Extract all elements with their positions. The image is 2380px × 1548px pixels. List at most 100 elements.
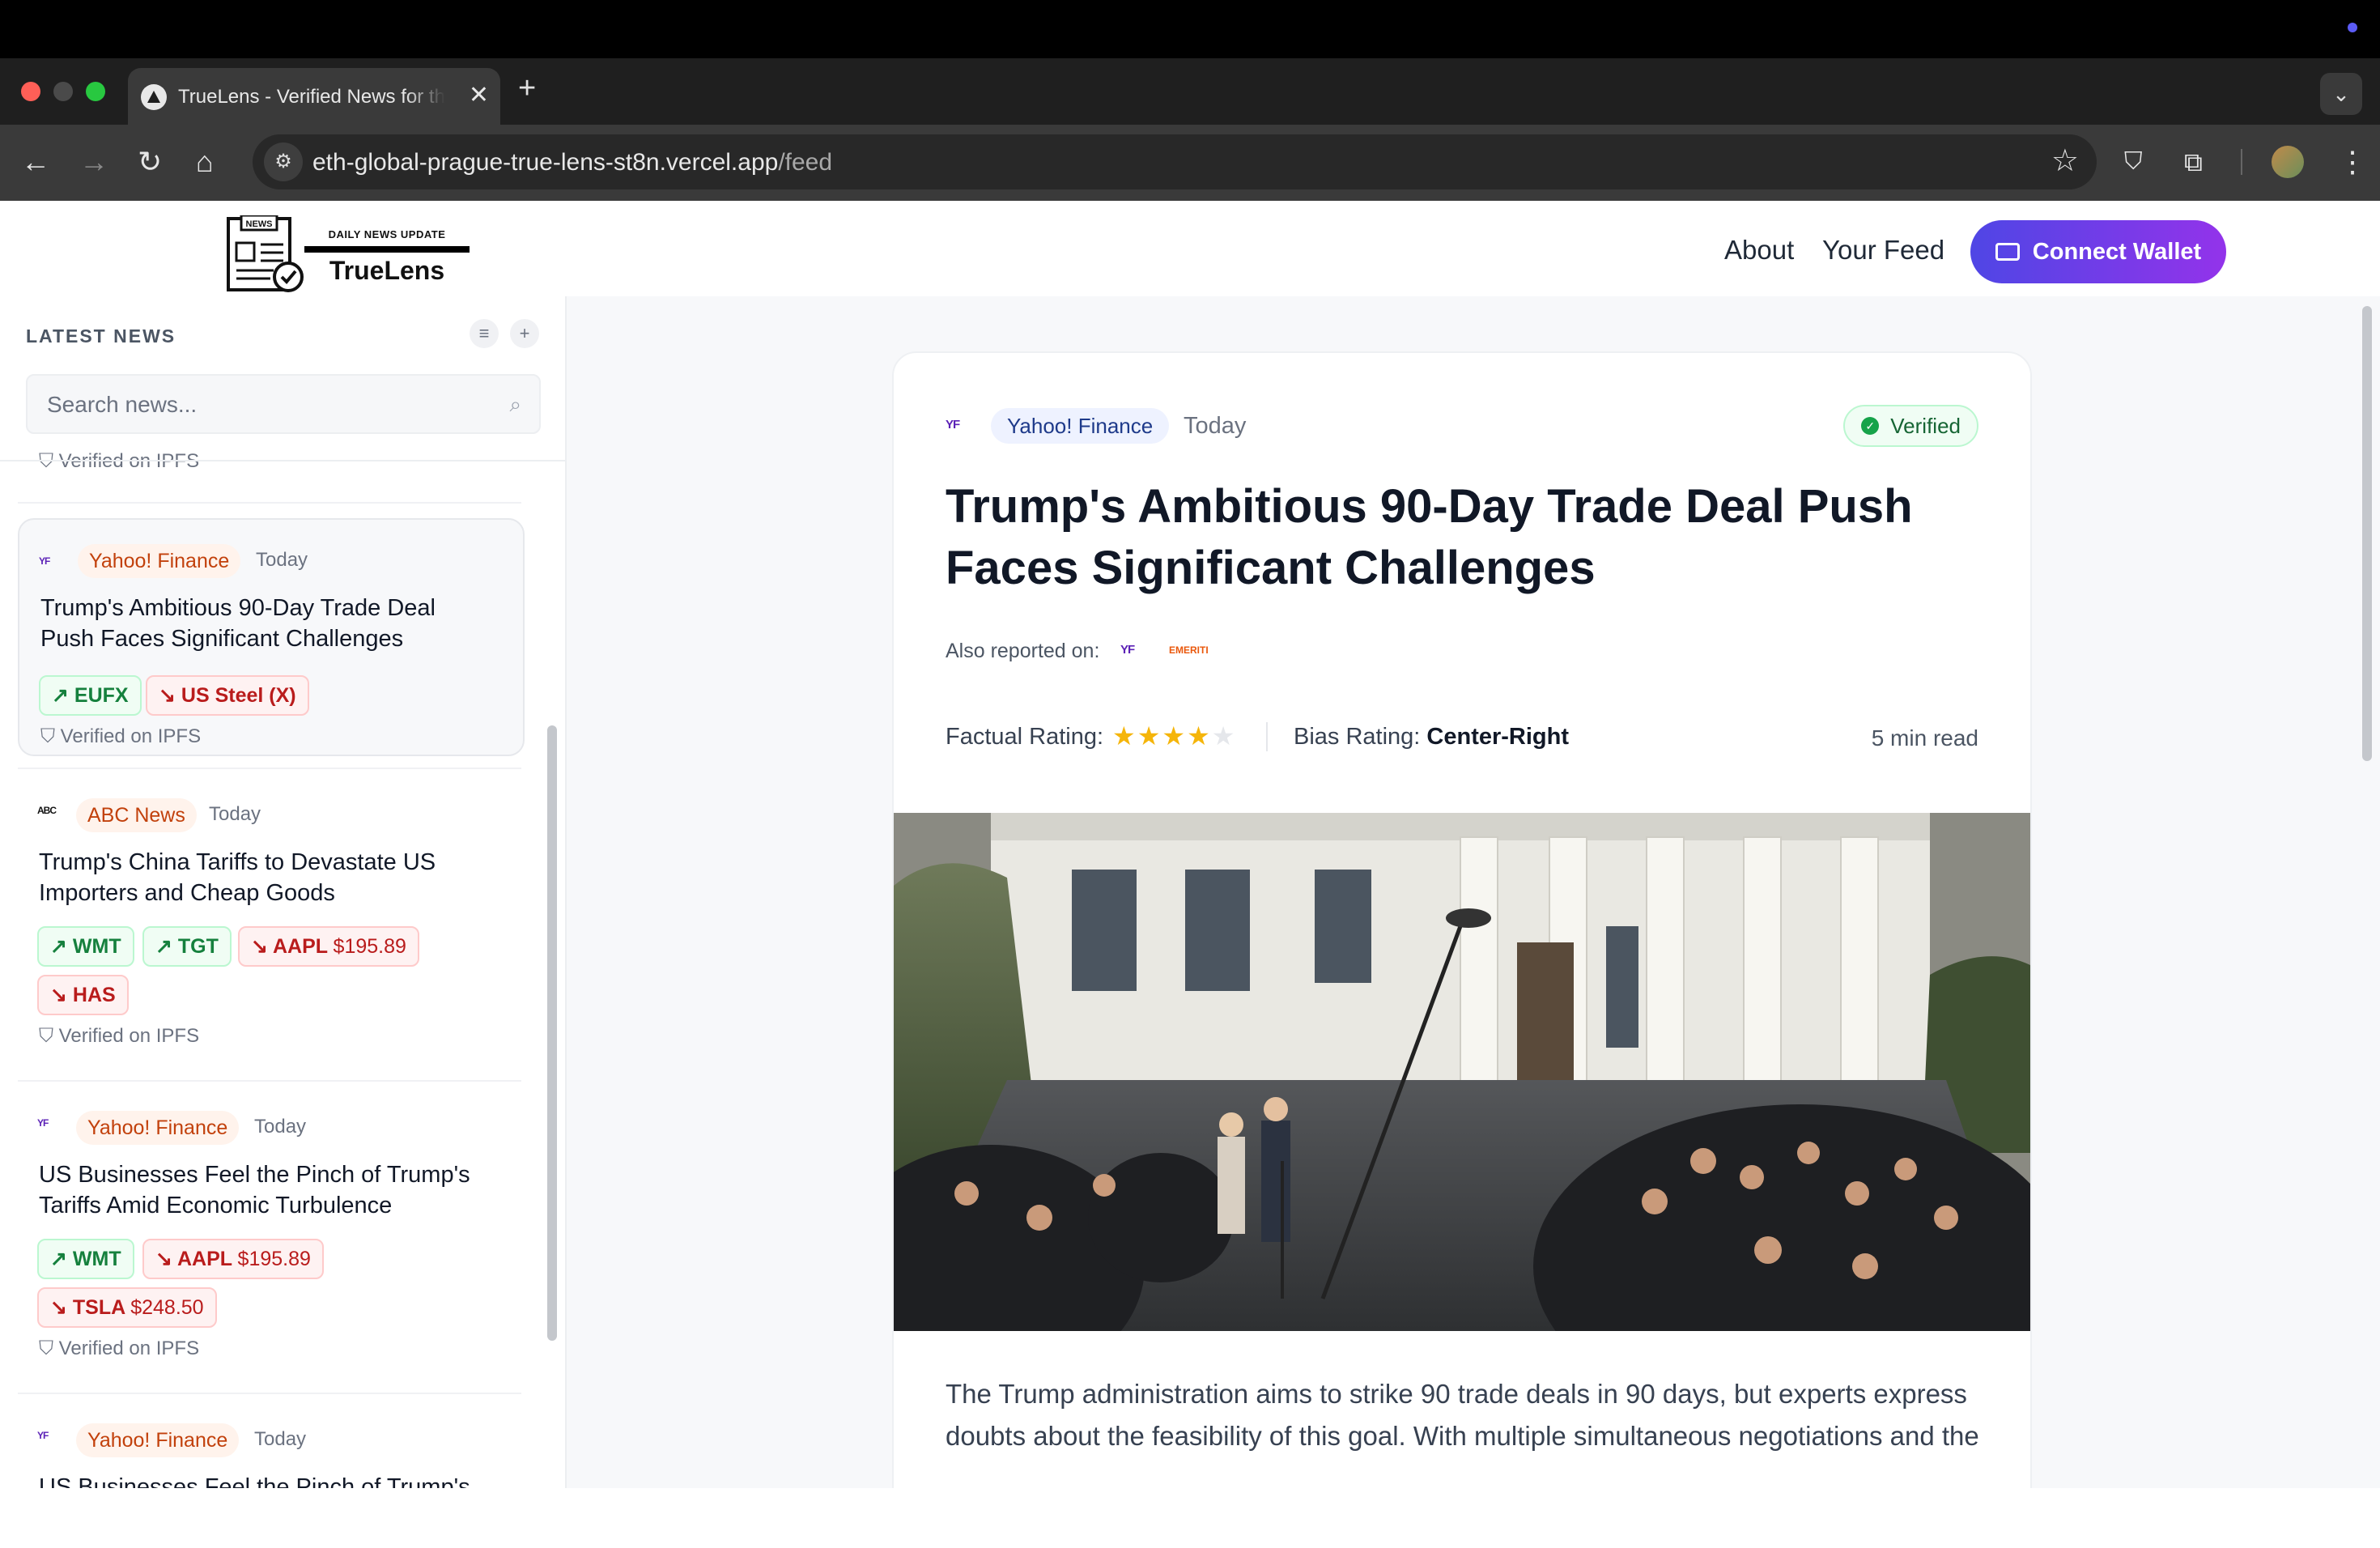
ticker-price: $195.89: [333, 935, 406, 958]
partial-verified-label: ⛉ Verified on IPFS: [39, 450, 199, 473]
card-title[interactable]: Trump's China Tariffs to Devastate US Im…: [39, 847, 492, 908]
sidebar-scrollbar[interactable]: [547, 725, 557, 1341]
source-badge: Yahoo! Finance: [76, 1111, 240, 1145]
profile-avatar[interactable]: [2272, 146, 2304, 178]
ticker-symbol: AAPL: [272, 935, 328, 958]
ticker-symbol: TSLA: [72, 1296, 125, 1319]
ticker-chip[interactable]: ↗ EUFX: [39, 675, 142, 716]
factual-rating-label: Factual Rating:: [946, 724, 1104, 750]
star-empty-icon: ★: [1211, 721, 1237, 751]
ticker-symbol: AAPL: [176, 1248, 232, 1270]
nav-your-feed-link[interactable]: Your Feed: [1822, 235, 1944, 266]
ticker-symbol: EUFX: [74, 684, 129, 707]
card-time: Today: [256, 549, 308, 571]
site-info-icon[interactable]: ⚙: [264, 142, 303, 181]
shield-extension-icon[interactable]: ⛉: [2124, 142, 2143, 181]
extensions-puzzle-icon[interactable]: ⧉: [2184, 142, 2203, 181]
verified-ipfs-text: Verified on IPFS: [58, 1025, 200, 1047]
article-photo: [894, 813, 2030, 1331]
reload-icon[interactable]: ↻: [138, 142, 162, 181]
news-card-active[interactable]: YF Yahoo! Finance Today Trump's Ambitiou…: [18, 518, 525, 756]
tab-search-chevron-icon[interactable]: ⌄: [2320, 73, 2362, 115]
card-title[interactable]: Trump's Ambitious 90-Day Trade Deal Push…: [40, 593, 494, 654]
filter-icon[interactable]: ≡: [470, 319, 499, 348]
close-tab-icon[interactable]: ✕: [469, 81, 489, 109]
minimize-window-button[interactable]: [53, 82, 73, 101]
main-scrollbar[interactable]: [2362, 306, 2372, 761]
article-time: Today: [1184, 413, 1247, 439]
add-icon[interactable]: +: [510, 319, 539, 348]
news-sidebar: LATEST NEWS ≡ + ⌕ ⛉ Verified on IPFS YF …: [0, 296, 567, 1488]
arrow-down-icon: ↘: [159, 684, 176, 707]
browser-tab[interactable]: TrueLens - Verified News for the Web3 Er…: [128, 68, 500, 125]
search-box[interactable]: ⌕: [26, 374, 541, 434]
arrow-up-icon: ↗: [50, 935, 67, 958]
article-source-badge[interactable]: Yahoo! Finance: [991, 408, 1170, 444]
new-tab-button[interactable]: +: [518, 71, 536, 106]
verified-ipfs-label: ⛉ Verified on IPFS: [39, 1025, 199, 1048]
ticker-chip[interactable]: ↘ TSLA $248.50: [37, 1287, 217, 1328]
verified-badge: ✓ Verified: [1843, 405, 1978, 447]
yahoo-finance-logo-icon: YF: [37, 1117, 49, 1129]
article-pane: YF Yahoo! Finance Today ✓ Verified Trump'…: [567, 296, 2380, 1488]
ticker-price: $195.89: [237, 1248, 311, 1270]
shield-icon: ⛉: [39, 1025, 53, 1047]
address-bar[interactable]: ⚙ eth-global-prague-true-lens-st8n.verce…: [253, 134, 2097, 189]
newspaper-logo-icon[interactable]: NEWS: [225, 214, 306, 295]
search-input[interactable]: [47, 392, 500, 418]
arrow-up-icon: ↗: [155, 935, 172, 958]
verified-ipfs-label: ⛉ Verified on IPFS: [40, 725, 201, 748]
ticker-chip[interactable]: ↘ AAPL $195.89: [142, 1239, 324, 1279]
card-separator: [18, 1393, 521, 1394]
url-text[interactable]: eth-global-prague-true-lens-st8n.vercel.…: [312, 149, 832, 176]
article-title: Trump's Ambitious 90-Day Trade Deal Push…: [946, 480, 1913, 594]
star-filled-icon: ★: [1137, 721, 1162, 751]
ticker-chip[interactable]: ↗ TGT: [142, 926, 232, 967]
yahoo-finance-logo-icon: YF: [39, 555, 50, 567]
forward-icon[interactable]: →: [79, 142, 108, 181]
news-card[interactable]: YF Yahoo! Finance Today US Businesses Fe…: [18, 1096, 525, 1384]
yahoo-finance-logo-icon: YF: [37, 1430, 49, 1441]
url-path: /feed: [778, 149, 833, 176]
home-icon[interactable]: ⌂: [196, 142, 214, 181]
os-menu-bar: [0, 0, 2380, 58]
news-card[interactable]: ABC ABC News Today Trump's China Tariffs…: [18, 784, 525, 1072]
tab-title: TrueLens - Verified News for the Web3 Er…: [178, 86, 445, 108]
ticker-chip[interactable]: ↗ WMT: [37, 926, 134, 967]
ticker-symbol: WMT: [72, 935, 121, 958]
ticker-chip[interactable]: ↘ AAPL $195.89: [238, 926, 419, 967]
verified-ipfs-label: ⛉ Verified on IPFS: [39, 1337, 199, 1360]
back-icon[interactable]: ←: [21, 142, 50, 181]
zoom-window-button[interactable]: [86, 82, 105, 101]
logo-name[interactable]: TrueLens: [304, 256, 470, 286]
also-reported-label: Also reported on:: [946, 640, 1100, 662]
card-title[interactable]: US Businesses Feel the Pinch of Trump's …: [39, 1159, 492, 1221]
news-card[interactable]: YF Yahoo! Finance Today US Businesses Fe…: [18, 1409, 525, 1488]
bookmark-star-icon[interactable]: ☆: [2051, 142, 2079, 179]
arrow-down-icon: ↘: [50, 984, 67, 1006]
abc-news-logo-icon: ABC: [37, 805, 57, 816]
sidebar-heading: LATEST NEWS: [26, 325, 176, 347]
card-title[interactable]: US Businesses Feel the Pinch of Trump's: [39, 1472, 492, 1488]
article-card: YF Yahoo! Finance Today ✓ Verified Trump'…: [892, 351, 2032, 1488]
also-source-logo-icon[interactable]: YF: [1120, 643, 1135, 657]
card-separator: [18, 768, 521, 769]
close-window-button[interactable]: [21, 82, 40, 101]
logo-tagline: DAILY NEWS UPDATE: [328, 228, 446, 240]
star-filled-icon: ★: [1162, 721, 1188, 751]
ticker-chip[interactable]: ↘ US Steel (X): [146, 675, 309, 716]
nav-about-link[interactable]: About: [1724, 235, 1794, 266]
star-filled-icon: ★: [1187, 721, 1212, 751]
card-separator: [18, 502, 521, 504]
search-icon: ⌕: [509, 392, 521, 416]
verified-label: Verified: [1890, 414, 1961, 438]
toolbar-divider: [2241, 149, 2242, 175]
browser-menu-icon[interactable]: ⋮: [2338, 142, 2367, 181]
connect-wallet-button[interactable]: Connect Wallet: [1970, 220, 2226, 283]
ticker-chip[interactable]: ↘ HAS: [37, 975, 129, 1015]
article-body: The Trump administration aims to strike …: [946, 1379, 1979, 1451]
source-badge: Yahoo! Finance: [76, 1423, 240, 1457]
also-source-logo-icon[interactable]: EMERITI: [1169, 644, 1209, 656]
ticker-chip[interactable]: ↗ WMT: [37, 1239, 134, 1279]
factual-star-rating: ★★★★★: [1112, 721, 1236, 751]
